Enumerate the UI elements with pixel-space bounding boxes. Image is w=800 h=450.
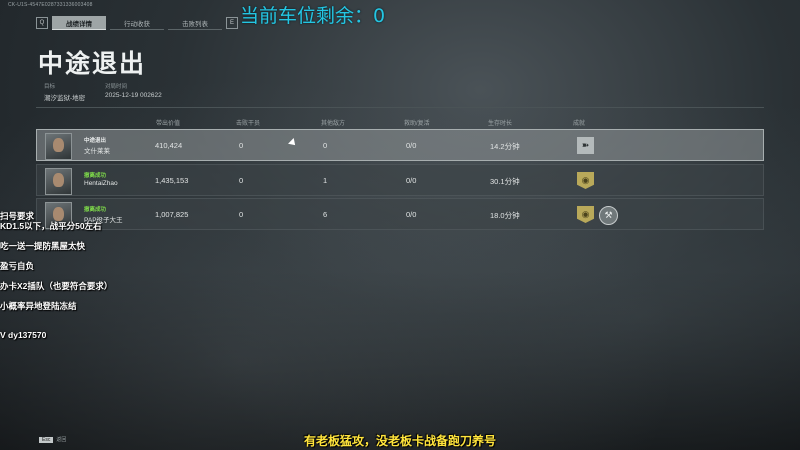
- side-note: V dy137570: [0, 330, 47, 340]
- side-note: 小概率异地登陆冻结: [0, 301, 77, 311]
- row-kills: 0: [239, 176, 244, 185]
- row-others: 1: [323, 176, 328, 185]
- row-status: 中途退出: [84, 138, 107, 144]
- header-others: 其他敌方: [321, 121, 346, 127]
- achievement-badge-icon[interactable]: ◉: [577, 206, 594, 223]
- tab-next-key[interactable]: E: [226, 17, 238, 29]
- row-status: 撤离成功: [84, 173, 107, 179]
- row-value: 1,435,153: [155, 176, 189, 185]
- avatar: [45, 133, 72, 160]
- header-value: 带出价值: [156, 121, 181, 127]
- row-survive: 30.1分钟: [490, 177, 520, 186]
- row-others: 0: [323, 141, 328, 150]
- tab-bar: Q 战绩详情 行动收获 击败列表 E: [36, 16, 238, 30]
- slot-counter-overlay: 当前车位剩余：0: [240, 5, 386, 27]
- page-title: 中途退出: [38, 49, 147, 78]
- avatar: [45, 168, 72, 195]
- table-header: 带出价值 击败干员 其他敌方 救助/复活 生存时长 成就: [36, 116, 764, 128]
- row-kills: 0: [239, 141, 244, 150]
- tab-match-details[interactable]: 战绩详情: [52, 16, 106, 30]
- side-note: 盈亏自负: [0, 261, 35, 271]
- side-note: KD1.5以下，战平分50左右: [0, 221, 102, 231]
- tab-prev-key[interactable]: Q: [36, 17, 48, 29]
- header-survive: 生存时长: [488, 121, 513, 127]
- row-player-name: HentaiZhao: [84, 180, 118, 187]
- meta-target-value: 潮汐监狱-地密: [44, 95, 86, 102]
- header-kills: 击败干员: [236, 121, 261, 127]
- row-rescue: 0/0: [406, 176, 417, 185]
- achievement-badge-icon[interactable]: ➽: [577, 137, 594, 154]
- row-player-name: 文什莱莱: [84, 148, 110, 155]
- promo-banner: 有老板猛攻，没老板卡战备跑刀养号: [303, 434, 496, 448]
- row-value: 1,007,825: [155, 210, 189, 219]
- achievement-badge-icon[interactable]: ⚒: [599, 206, 618, 225]
- row-status: 撤离成功: [84, 207, 107, 213]
- row-rescue: 0/0: [406, 141, 417, 150]
- header-rescue: 救助/复活: [404, 121, 430, 127]
- side-note: 吃一送一提防黑屋太快: [0, 241, 86, 251]
- meta-time-label: 对局时间: [105, 84, 128, 90]
- table-row[interactable]: 撤离成功 PAP役子大王 1,007,825 0 6 0/0 18.0分钟 ◉ …: [36, 198, 764, 230]
- row-survive: 14.2分钟: [490, 142, 520, 151]
- session-id-text: CK-U1S-4547E0287331336003408: [8, 2, 93, 8]
- tab-action-rewards[interactable]: 行动收获: [110, 16, 164, 30]
- divider: [36, 107, 764, 108]
- row-survive: 18.0分钟: [490, 211, 520, 220]
- achievement-badge-icon[interactable]: ◉: [577, 172, 594, 189]
- row-rescue: 0/0: [406, 210, 417, 219]
- header-achievements: 成就: [573, 121, 586, 127]
- meta-target-label: 目标: [44, 84, 56, 90]
- row-others: 6: [323, 210, 328, 219]
- tab-kill-list[interactable]: 击败列表: [168, 16, 222, 30]
- meta-target: 目标 潮汐监狱-地密: [44, 82, 85, 102]
- meta-time-value: 2025-12-19 002622: [105, 92, 162, 99]
- table-row[interactable]: 撤离成功 HentaiZhao 1,435,153 0 1 0/0 30.1分钟…: [36, 164, 764, 196]
- row-kills: 0: [239, 210, 244, 219]
- table-row[interactable]: 中途退出 文什莱莱 410,424 0 0 0/0 14.2分钟 ➽: [36, 129, 764, 161]
- row-value: 410,424: [155, 141, 183, 150]
- meta-time: 对局时间 2025-12-19 002622: [105, 82, 162, 99]
- side-note: 办卡X2插队（也要符合要求）: [0, 281, 113, 291]
